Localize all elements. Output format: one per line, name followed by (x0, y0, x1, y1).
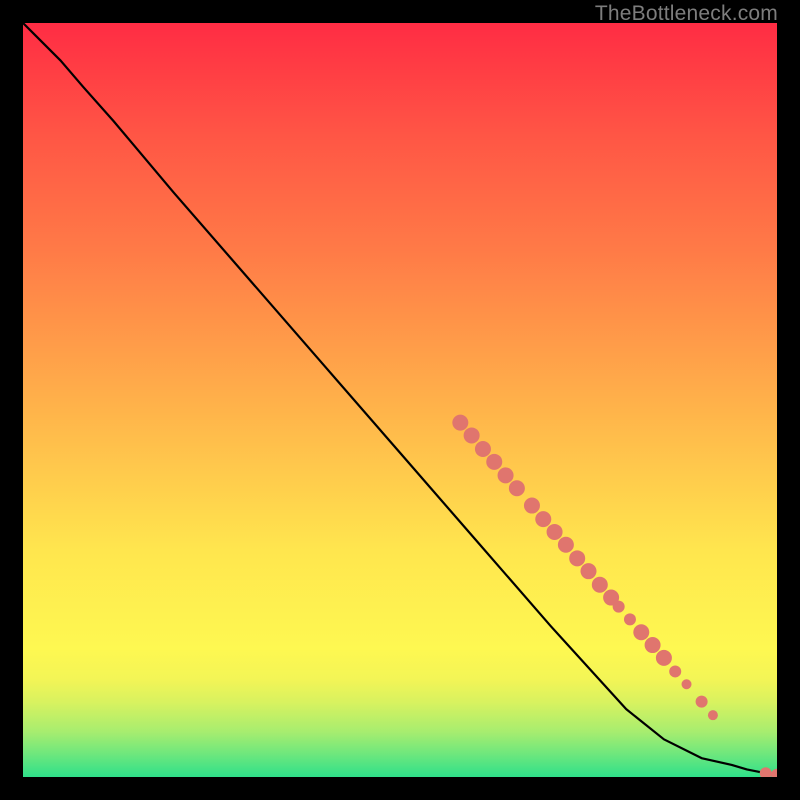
chart-frame: TheBottleneck.com (0, 0, 800, 800)
data-point (669, 665, 681, 677)
data-point (656, 650, 672, 666)
data-point (581, 563, 597, 579)
data-point (708, 710, 718, 720)
data-point (535, 511, 551, 527)
data-point (633, 624, 649, 640)
data-point (547, 524, 563, 540)
data-point (682, 679, 692, 689)
data-point (569, 550, 585, 566)
data-point (509, 480, 525, 496)
chart-svg (23, 23, 777, 777)
data-point (475, 441, 491, 457)
data-point (558, 537, 574, 553)
data-point (452, 415, 468, 431)
data-point (645, 637, 661, 653)
data-point (624, 613, 636, 625)
data-point (696, 696, 708, 708)
data-point (498, 467, 514, 483)
data-point (486, 454, 502, 470)
plot-area (23, 23, 777, 777)
data-point (592, 577, 608, 593)
data-point (464, 427, 480, 443)
data-point (524, 498, 540, 514)
watermark-label: TheBottleneck.com (595, 2, 778, 26)
data-point (613, 601, 625, 613)
